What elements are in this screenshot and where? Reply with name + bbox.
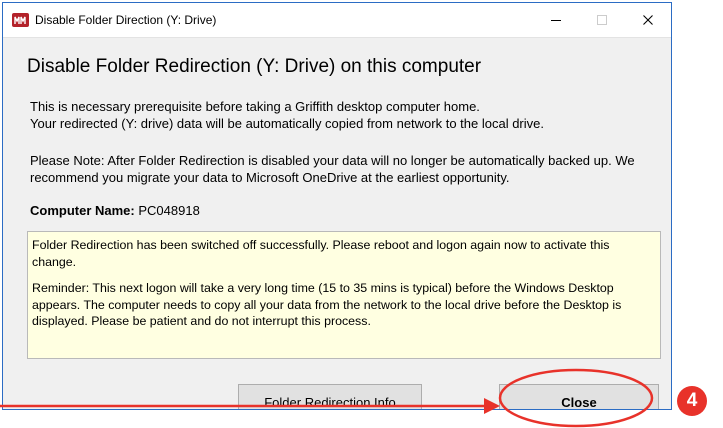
window-title: Disable Folder Direction (Y: Drive) [35, 13, 217, 27]
intro-paragraph: This is necessary prerequisite before ta… [30, 98, 660, 132]
intro-line-2: Your redirected (Y: drive) data will be … [30, 116, 544, 131]
screenshot-stage: Disable Folder Direction (Y: Drive) Disa… [0, 0, 723, 428]
close-button[interactable]: Close [499, 384, 659, 409]
window-controls [533, 3, 671, 37]
maximize-icon [597, 15, 607, 25]
folder-redirection-info-button[interactable]: Folder Redirection Info [238, 384, 422, 409]
minimize-button[interactable] [533, 3, 579, 37]
computer-name-value: PC048918 [138, 203, 200, 218]
computer-name-label: Computer Name: [30, 203, 135, 218]
dialog-window: Disable Folder Direction (Y: Drive) Disa… [2, 2, 672, 410]
title-bar[interactable]: Disable Folder Direction (Y: Drive) [3, 3, 671, 37]
intro-line-1: This is necessary prerequisite before ta… [30, 99, 480, 114]
status-message-box[interactable]: Folder Redirection has been switched off… [27, 231, 661, 359]
status-success-text: Folder Redirection has been switched off… [32, 238, 610, 269]
dialog-body: Disable Folder Redirection (Y: Drive) on… [3, 37, 671, 409]
close-icon [643, 15, 653, 25]
note-paragraph: Please Note: After Folder Redirection is… [30, 153, 635, 185]
step-number-badge: 4 [677, 386, 707, 416]
status-reminder-text: Reminder: This next logon will take a ve… [32, 281, 622, 329]
app-icon [12, 13, 29, 27]
dialog-heading: Disable Folder Redirection (Y: Drive) on… [27, 56, 482, 77]
maximize-button[interactable] [579, 3, 625, 37]
close-window-button[interactable] [625, 3, 671, 37]
minimize-icon [551, 20, 561, 21]
computer-name-row: Computer Name: PC048918 [30, 203, 200, 218]
